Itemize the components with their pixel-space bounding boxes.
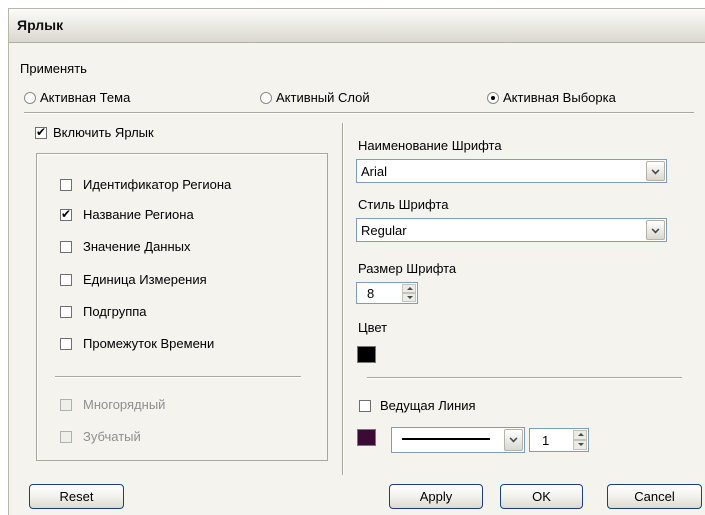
field-unit-box[interactable] — [60, 274, 72, 286]
font-color-swatch[interactable] — [357, 346, 376, 363]
title-bar[interactable]: Ярлык — [9, 9, 705, 43]
arrow-up-icon — [578, 433, 584, 436]
font-size-up-button[interactable] — [402, 284, 416, 293]
radio-active-theme-label: Активная Тема — [40, 90, 131, 105]
font-size-label: Размер Шрифта — [358, 261, 457, 276]
jagged-box — [60, 431, 72, 443]
cancel-button[interactable]: Cancel — [607, 484, 702, 509]
line-width-spinner[interactable]: 1 — [529, 428, 589, 452]
arrow-down-icon — [578, 443, 584, 446]
enable-label-box[interactable] — [35, 125, 47, 139]
field-unit-label: Единица Измерения — [83, 272, 207, 287]
radio-active-theme-circle[interactable] — [24, 92, 36, 104]
font-name-label: Наименование Шрифта — [358, 138, 502, 153]
line-style-select[interactable] — [391, 427, 525, 453]
enable-label-text: Включить Ярлык — [53, 125, 154, 140]
font-name-select[interactable]: Arial — [356, 159, 667, 183]
color-label: Цвет — [358, 320, 388, 335]
font-size-spinner[interactable]: 8 — [356, 282, 418, 304]
multiline-box — [60, 399, 72, 411]
label-dialog: Ярлык Применять Активная Тема Активный С… — [8, 8, 705, 515]
field-time-period-box[interactable] — [60, 338, 72, 350]
font-style-select[interactable]: Regular — [356, 218, 667, 242]
field-subgroup-label: Подгруппа — [83, 304, 147, 319]
field-time-period-label: Промежуток Времени — [83, 336, 215, 351]
ok-button[interactable]: OK — [500, 484, 583, 509]
line-style-dropdown-button[interactable] — [504, 429, 523, 451]
field-data-value-label: Значение Данных — [83, 239, 191, 254]
font-size-arrows[interactable] — [402, 284, 416, 302]
line-width-up-button[interactable] — [573, 430, 587, 440]
chevron-down-icon — [651, 225, 660, 234]
font-style-value: Regular — [361, 223, 407, 238]
font-size-down-button[interactable] — [402, 293, 416, 302]
apply-to-label: Применять — [20, 61, 87, 76]
radio-active-selection-circle[interactable] — [487, 92, 499, 104]
leader-color-swatch[interactable] — [357, 429, 376, 446]
group-divider — [55, 376, 301, 378]
label-fields-group — [36, 153, 328, 461]
font-name-value: Arial — [361, 164, 388, 179]
line-width-value: 1 — [542, 433, 550, 448]
radio-active-layer-label: Активный Слой — [276, 90, 370, 105]
font-style-label: Стиль Шрифта — [358, 197, 449, 212]
leader-line-label: Ведущая Линия — [380, 398, 476, 413]
font-style-dropdown-button[interactable] — [646, 220, 665, 240]
line-width-arrows[interactable] — [573, 430, 587, 450]
font-name-dropdown-button[interactable] — [646, 161, 665, 181]
vertical-divider — [342, 123, 344, 475]
window-title: Ярлык — [17, 17, 64, 33]
field-subgroup-box[interactable] — [60, 306, 72, 318]
line-width-down-button[interactable] — [573, 440, 587, 450]
radio-active-layer-circle[interactable] — [260, 92, 272, 104]
line-style-sample — [402, 438, 490, 440]
leader-line-box[interactable] — [359, 400, 371, 412]
chevron-down-icon — [651, 166, 660, 175]
reset-button[interactable]: Reset — [29, 484, 124, 509]
field-data-value-box[interactable] — [60, 241, 72, 253]
arrow-up-icon — [407, 287, 413, 290]
apply-button[interactable]: Apply — [389, 484, 483, 509]
jagged-label: Зубчатый — [83, 429, 141, 444]
chevron-down-icon — [509, 434, 518, 443]
arrow-down-icon — [407, 296, 413, 299]
field-region-name-label: Название Региона — [83, 207, 194, 222]
right-divider — [367, 377, 682, 379]
field-region-id-box[interactable] — [60, 179, 72, 191]
field-region-id-label: Идентификатор Региона — [83, 177, 232, 192]
font-size-value: 8 — [367, 286, 375, 301]
top-divider — [24, 112, 694, 114]
field-region-name-box[interactable] — [60, 207, 72, 221]
multiline-label: Многорядный — [83, 397, 166, 412]
radio-active-selection-label: Активная Выборка — [503, 90, 616, 105]
